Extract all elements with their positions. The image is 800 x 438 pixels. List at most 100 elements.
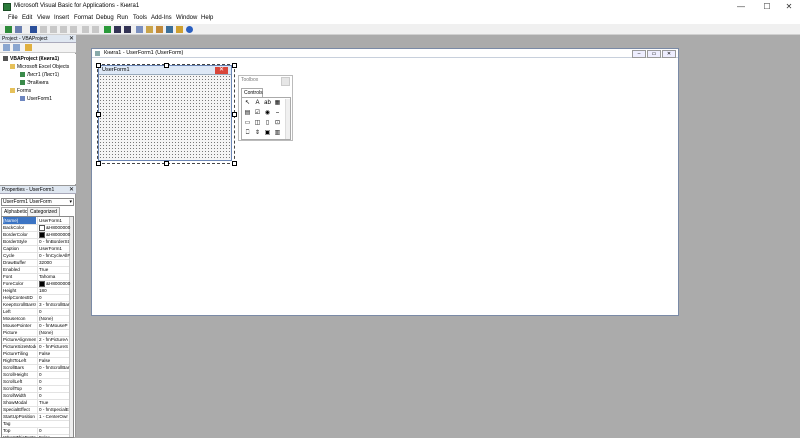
- property-value[interactable]: &H8000000: [37, 224, 71, 231]
- property-value[interactable]: &H8000000: [37, 231, 71, 238]
- find-icon[interactable]: [70, 26, 77, 33]
- property-value[interactable]: (None): [37, 329, 71, 336]
- togglebutton-icon[interactable]: ⎯: [274, 110, 281, 117]
- checkbox-icon[interactable]: ☑: [254, 110, 261, 117]
- resize-handle[interactable]: [96, 112, 101, 117]
- menu-tools[interactable]: Tools: [133, 15, 147, 21]
- commandbutton-icon[interactable]: ◫: [254, 120, 261, 127]
- menu-insert[interactable]: Insert: [54, 15, 69, 21]
- menu-window[interactable]: Window: [176, 15, 197, 21]
- property-value[interactable]: 0 - fmSpecialE: [37, 406, 71, 413]
- tree-item-thisworkbook[interactable]: ЭтаКнига: [20, 80, 49, 86]
- property-value[interactable]: 0: [37, 294, 71, 301]
- object-selector[interactable]: UserForm1 UserForm ▾: [1, 198, 74, 206]
- tree-item-excel-objects[interactable]: Microsoft Excel Objects: [10, 64, 69, 70]
- property-value[interactable]: False: [37, 434, 71, 437]
- scrollbar-icon[interactable]: ⎕: [244, 130, 251, 137]
- reset-icon[interactable]: [124, 26, 131, 33]
- property-value[interactable]: 0 - fmPictureS: [37, 343, 71, 350]
- property-value[interactable]: UserForm1: [37, 217, 71, 224]
- close-button[interactable]: ✕: [778, 0, 800, 14]
- child-minimize-button[interactable]: –: [632, 50, 646, 58]
- object-browser-icon[interactable]: [166, 26, 173, 33]
- property-value[interactable]: 1 - CenterOwr: [37, 413, 71, 420]
- property-value[interactable]: 0 - fmCycleAllF: [37, 252, 71, 259]
- resize-handle[interactable]: [96, 63, 101, 68]
- resize-handle[interactable]: [232, 63, 237, 68]
- menu-format[interactable]: Format: [74, 15, 93, 21]
- toggle-folders-icon[interactable]: [25, 44, 32, 51]
- tab-controls[interactable]: Controls: [241, 88, 263, 97]
- textbox-icon[interactable]: ab: [264, 100, 271, 107]
- copy-icon[interactable]: [50, 26, 57, 33]
- toolbox-close-button[interactable]: [281, 77, 290, 86]
- property-value[interactable]: &H8000000: [37, 280, 71, 287]
- break-icon[interactable]: [114, 26, 121, 33]
- run-icon[interactable]: [104, 26, 111, 33]
- child-close-button[interactable]: ✕: [662, 50, 676, 58]
- menu-help[interactable]: Help: [201, 15, 213, 21]
- menu-edit[interactable]: Edit: [22, 15, 32, 21]
- select-objects-icon[interactable]: ↖: [244, 100, 251, 107]
- design-surface[interactable]: UserForm1 ✕: [93, 59, 678, 315]
- property-value[interactable]: 32000: [37, 259, 71, 266]
- property-value[interactable]: 0 - fmScrollBar: [37, 364, 71, 371]
- property-value[interactable]: 2 - fmPictureA: [37, 336, 71, 343]
- property-value[interactable]: True: [37, 266, 71, 273]
- project-explorer-icon[interactable]: [146, 26, 153, 33]
- undo-icon[interactable]: [82, 26, 89, 33]
- property-value[interactable]: False: [37, 357, 71, 364]
- image-icon[interactable]: ▣: [264, 130, 271, 137]
- property-value[interactable]: 0: [37, 385, 71, 392]
- insert-userform-icon[interactable]: [15, 26, 22, 33]
- toolbox-icon[interactable]: [176, 26, 183, 33]
- tree-item-sheet1[interactable]: Лист1 (Лист1): [20, 72, 59, 78]
- close-icon[interactable]: ✕: [69, 35, 74, 43]
- userform[interactable]: UserForm1 ✕: [98, 65, 232, 161]
- design-mode-icon[interactable]: [136, 26, 143, 33]
- resize-handle[interactable]: [164, 63, 169, 68]
- property-value[interactable]: 0: [37, 371, 71, 378]
- maximize-button[interactable]: ☐: [756, 0, 778, 14]
- save-icon[interactable]: [30, 26, 37, 33]
- toolbox-scrollbar[interactable]: [285, 99, 290, 139]
- menu-add-ins[interactable]: Add-Ins: [151, 15, 172, 21]
- property-value[interactable]: True: [37, 399, 71, 406]
- resize-handle[interactable]: [96, 161, 101, 166]
- property-value[interactable]: (None): [37, 315, 71, 322]
- tree-item-userform1[interactable]: UserForm1: [20, 96, 52, 102]
- view-code-icon[interactable]: [3, 44, 10, 51]
- close-icon[interactable]: ✕: [69, 186, 74, 194]
- label-icon[interactable]: A: [254, 100, 261, 107]
- tree-item-vbaproject[interactable]: VBAProject (Книга1): [3, 56, 59, 62]
- tabstrip-icon[interactable]: ▯: [264, 120, 271, 127]
- property-value[interactable]: 0 - fmMouseP: [37, 322, 71, 329]
- view-excel-icon[interactable]: [5, 26, 12, 33]
- property-value[interactable]: Tahoma: [37, 273, 71, 280]
- menu-debug[interactable]: Debug: [96, 15, 114, 21]
- redo-icon[interactable]: [92, 26, 99, 33]
- minimize-button[interactable]: —: [730, 0, 752, 14]
- property-value[interactable]: 0: [37, 308, 71, 315]
- properties-window-icon[interactable]: [156, 26, 163, 33]
- view-object-icon[interactable]: [13, 44, 20, 51]
- userform-grid[interactable]: [99, 75, 231, 160]
- tree-item-forms[interactable]: Forms: [10, 88, 31, 94]
- property-value[interactable]: 0: [37, 427, 71, 434]
- property-value[interactable]: 0: [37, 392, 71, 399]
- resize-handle[interactable]: [232, 161, 237, 166]
- property-value[interactable]: 0 - fmBorderSt: [37, 238, 71, 245]
- resize-handle[interactable]: [232, 112, 237, 117]
- optionbutton-icon[interactable]: ◉: [264, 110, 271, 117]
- resize-handle[interactable]: [164, 161, 169, 166]
- help-icon[interactable]: [186, 26, 193, 33]
- property-value[interactable]: 3 - fmScrollBar: [37, 301, 71, 308]
- property-value[interactable]: False: [37, 350, 71, 357]
- property-value[interactable]: 180: [37, 287, 71, 294]
- menu-view[interactable]: View: [37, 15, 50, 21]
- paste-icon[interactable]: [60, 26, 67, 33]
- property-value[interactable]: 0: [37, 378, 71, 385]
- combobox-icon[interactable]: ▦: [274, 100, 281, 107]
- frame-icon[interactable]: ▭: [244, 120, 251, 127]
- multipage-icon[interactable]: ⊡: [274, 120, 281, 127]
